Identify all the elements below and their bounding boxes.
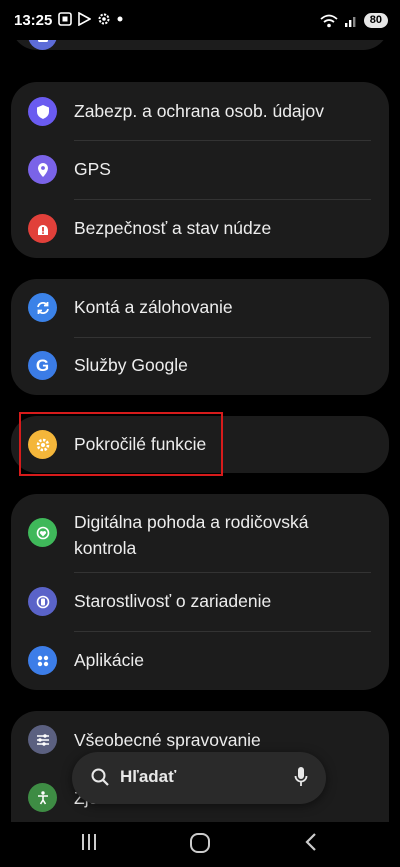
settings-icon (98, 13, 110, 25)
search-bar[interactable]: Hľadať (72, 752, 326, 804)
settings-group-privacy: Zabezp. a ochrana osob. údajov GPS Bezpe… (11, 82, 389, 258)
accessibility-icon (28, 783, 57, 812)
notification-dot-icon (117, 16, 123, 22)
settings-item-label: GPS (74, 159, 111, 179)
settings-item-label: Všeobecné spravovanie (74, 730, 261, 750)
search-placeholder: Hľadať (120, 767, 177, 786)
navigation-bar (0, 822, 400, 867)
highlight-box (19, 412, 223, 476)
settings-group-wellbeing: Digitálna pohoda a rodičovská kontrola S… (11, 494, 389, 690)
settings-item-label: Kontá a zálohovanie (74, 297, 233, 317)
settings-item-digital-wellbeing[interactable]: Digitálna pohoda a rodičovská kontrola (11, 494, 389, 572)
settings-item-device-care[interactable]: Starostlivosť o zariadenie (11, 573, 389, 631)
device-care-icon (28, 587, 57, 616)
settings-item-label: Bezpečnosť a stav núdze (74, 218, 272, 238)
back-icon[interactable] (304, 832, 318, 852)
status-bar: 13:25 80 (0, 0, 400, 40)
search-icon (91, 768, 109, 786)
status-notification-icons (58, 12, 123, 26)
settings-item-label: Digitálna pohoda a rodičovská kontrola (74, 512, 309, 558)
microphone-icon[interactable] (294, 766, 308, 788)
battery-indicator: 80 (363, 13, 388, 28)
sync-icon (28, 293, 57, 322)
settings-item-accounts[interactable]: Kontá a zálohovanie (11, 279, 389, 337)
wifi-icon (320, 14, 338, 27)
status-time: 13:25 (14, 12, 53, 29)
shield-icon (28, 97, 57, 126)
settings-item-label: Zabezp. a ochrana osob. údajov (74, 101, 325, 121)
settings-item-privacy[interactable]: Zabezp. a ochrana osob. údajov (11, 82, 389, 140)
sliders-icon (28, 725, 57, 754)
settings-item-label: Aplikácie (74, 650, 145, 670)
settings-item-gps[interactable]: GPS (11, 141, 389, 199)
apps-icon (28, 646, 57, 675)
status-system-icons: 80 (320, 13, 388, 28)
settings-item-google[interactable]: G Služby Google (11, 338, 389, 395)
settings-item-label: Starostlivosť o zariadenie (74, 591, 272, 611)
signal-icon (344, 16, 356, 27)
play-store-icon (78, 12, 91, 26)
screenshot-icon (58, 12, 72, 26)
recent-apps-icon[interactable] (80, 832, 98, 852)
google-icon: G (28, 351, 57, 380)
settings-item-apps[interactable]: Aplikácie (11, 632, 389, 690)
settings-group-accounts: Kontá a zálohovanie G Služby Google (11, 279, 389, 395)
location-pin-icon (28, 155, 57, 184)
settings-item-safety[interactable]: Bezpečnosť a stav núdze (11, 200, 389, 258)
emergency-icon (28, 214, 57, 243)
home-icon[interactable] (189, 832, 211, 854)
settings-item-label: Služby Google (74, 355, 188, 375)
wellbeing-icon (28, 518, 57, 547)
